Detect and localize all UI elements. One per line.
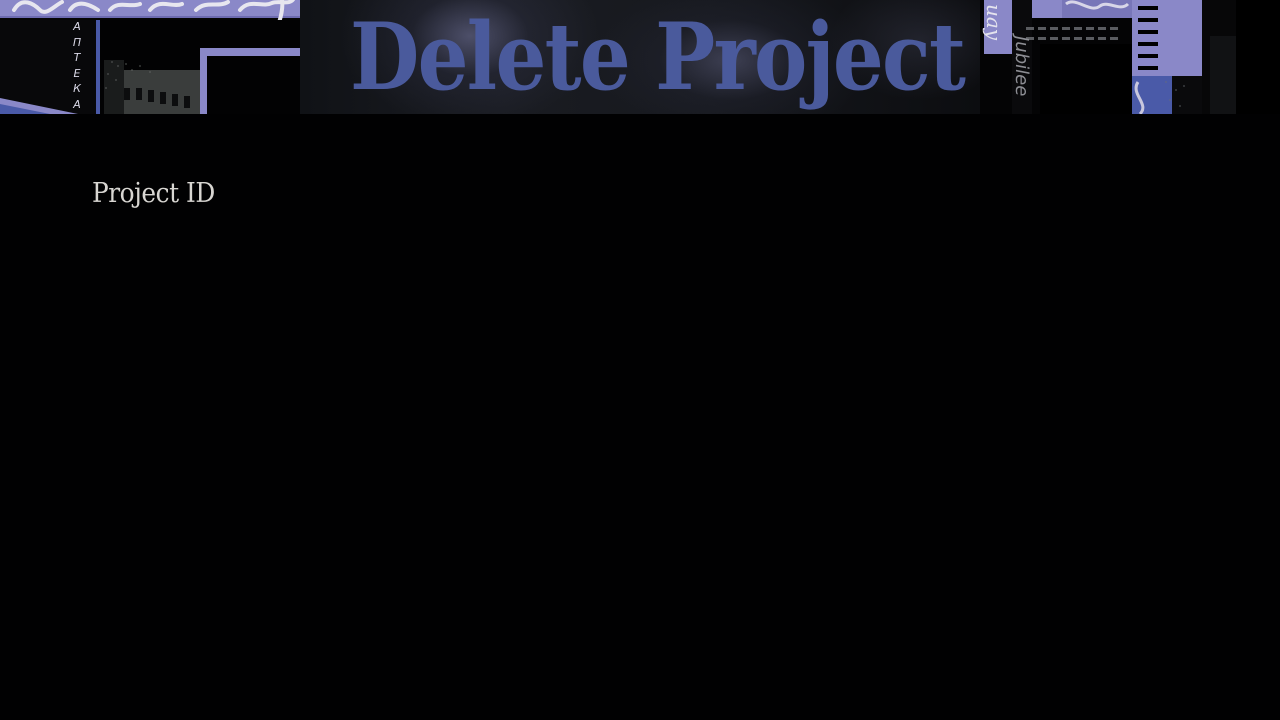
banner-art-right: uay Jubilee [980,0,1236,114]
banner-art-right-script: Jubilee [1011,36,1032,97]
title-panel: Delete Project [300,0,980,114]
project-id-label: Project ID [92,178,215,209]
banner-art-left-letters: А П Т Е К А [72,20,82,111]
page-title: Delete Project [350,2,966,111]
banner-art-left: А П Т Е К А [0,0,300,114]
header-banner: А П Т Е К А Delete Project uay Jubilee [0,0,1280,114]
banner-art-right-script-top: uay [982,4,1006,41]
